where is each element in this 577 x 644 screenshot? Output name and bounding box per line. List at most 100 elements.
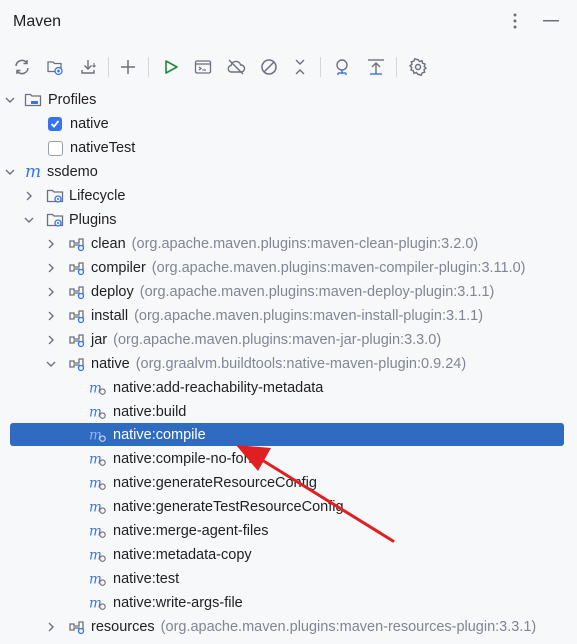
tree-node-plugins[interactable]: Plugins [0,209,577,231]
chevron-right-icon[interactable] [45,262,57,274]
tree-node-project[interactable]: m ssdemo [0,161,577,183]
svg-text:m: m [89,428,102,444]
maven-goal-icon: m [89,498,107,516]
svg-text:m: m [89,524,102,540]
plugin-node[interactable]: jar (org.apache.maven.plugins:maven-jar-p… [0,329,577,351]
options-menu-icon[interactable] [507,11,523,31]
tree-node-profiles[interactable]: Profiles [0,89,577,111]
goal-node[interactable]: m native:compile-no-fork [0,448,577,470]
goal-node[interactable]: m native:generateResourceConfig [0,472,577,494]
plugin-label: jar (org.apache.maven.plugins:maven-jar-p… [91,332,442,348]
chevron-down-icon[interactable] [4,94,16,106]
maven-goal-icon: m [89,450,107,468]
maven-project-icon: m [24,161,42,182]
reload-all-projects-icon[interactable] [10,55,34,79]
execute-maven-goal-icon[interactable] [191,55,215,79]
svg-text:m: m [89,548,102,564]
profile-item[interactable]: nativeTest [0,137,577,159]
goal-label: native:add-reachability-metadata [113,380,324,396]
tool-window-header: Maven [0,0,577,44]
goal-node[interactable]: m native:add-reachability-metadata [0,377,577,399]
goal-node[interactable]: m native:generateTestResourceConfig [0,496,577,518]
tree-label: ssdemo [47,164,98,180]
svg-text:m: m [89,381,102,397]
maven-toolbar [0,52,577,82]
goal-node[interactable]: m native:write-args-file [0,592,577,614]
maven-settings-icon[interactable] [406,55,430,79]
show-dependencies-icon[interactable] [330,55,354,79]
chevron-right-icon[interactable] [23,190,35,202]
goal-node[interactable]: m native:metadata-copy [0,544,577,566]
chevron-right-icon[interactable] [45,238,57,250]
plugin-icon [68,259,86,277]
plugin-node-expanded[interactable]: native (org.graalvm.buildtools:native-mav… [0,353,577,375]
maven-goal-icon: m [89,379,107,397]
chevron-right-icon[interactable] [45,334,57,346]
plugin-node[interactable]: resources (org.apache.maven.plugins:maven… [0,616,577,638]
plugin-label: clean (org.apache.maven.plugins:maven-cle… [91,236,479,252]
goal-label: native:compile [113,427,206,443]
goal-label: native:generateTestResourceConfig [113,499,344,515]
svg-text:m: m [89,452,102,468]
svg-text:m: m [89,476,102,492]
generate-sources-icon[interactable] [43,55,67,79]
tree-label: Lifecycle [69,188,126,204]
chevron-down-icon[interactable] [23,214,35,226]
svg-text:m: m [89,405,102,421]
goal-node[interactable]: m native:build [0,401,577,423]
plugin-node[interactable]: install (org.apache.maven.plugins:maven-i… [0,305,577,327]
profile-label: native [70,116,109,132]
chevron-down-icon[interactable] [45,358,57,370]
toggle-offline-mode-icon[interactable] [224,55,248,79]
download-sources-icon[interactable] [77,55,101,79]
chevron-right-icon[interactable] [45,286,57,298]
plugin-coordinates: (org.apache.maven.plugins:maven-clean-pl… [131,236,479,252]
plugin-label: compiler (org.apache.maven.plugins:maven-… [91,260,526,276]
plugin-node[interactable]: compiler (org.apache.maven.plugins:maven-… [0,257,577,279]
skip-tests-icon[interactable] [257,55,281,79]
profile-item[interactable]: native [0,113,577,135]
goal-label: native:test [113,571,180,587]
maven-goal-icon: m [89,522,107,540]
goal-label: native:compile-no-fork [113,451,256,467]
plugin-node[interactable]: clean (org.apache.maven.plugins:maven-cle… [0,233,577,255]
run-maven-build-icon[interactable] [159,55,183,79]
plugin-coordinates: (org.apache.maven.plugins:maven-deploy-p… [139,284,495,300]
svg-text:m: m [89,572,102,588]
plugin-label: resources (org.apache.maven.plugins:maven… [91,619,537,635]
maven-goal-icon: m [89,570,107,588]
goal-label: native:build [113,404,187,420]
plugin-label: deploy (org.apache.maven.plugins:maven-de… [91,284,495,300]
tree-label: Profiles [48,92,97,108]
goal-label: native:generateResourceConfig [113,475,317,491]
chevron-down-icon[interactable] [4,166,16,178]
plugin-node[interactable]: deploy (org.apache.maven.plugins:maven-de… [0,281,577,303]
lifecycle-folder-icon [46,187,64,205]
add-maven-project-icon[interactable] [116,55,140,79]
tool-window-title: Maven [13,13,62,30]
goal-node-selected[interactable]: m native:compile [0,424,577,446]
minimize-icon[interactable] [543,11,559,31]
profile-checkbox[interactable] [48,117,62,131]
svg-text:m: m [89,596,102,612]
analyze-dependencies-icon[interactable] [364,55,388,79]
collapse-all-icon[interactable] [288,55,312,79]
chevron-right-icon[interactable] [45,621,57,633]
tree-node-lifecycle[interactable]: Lifecycle [0,185,577,207]
maven-goal-icon: m [89,546,107,564]
chevron-right-icon[interactable] [45,310,57,322]
plugin-coordinates: (org.apache.maven.plugins:maven-install-… [134,308,484,324]
goal-label: native:merge-agent-files [113,523,269,539]
plugin-icon [68,355,86,373]
plugin-label: native (org.graalvm.buildtools:native-mav… [91,356,467,372]
goal-node[interactable]: m native:merge-agent-files [0,520,577,542]
maven-goal-icon: m [89,594,107,612]
plugin-coordinates: (org.apache.maven.plugins:maven-resource… [160,619,537,635]
profile-checkbox[interactable] [48,140,63,156]
goal-label: native:write-args-file [113,595,243,611]
goal-node[interactable]: m native:test [0,568,577,590]
tree-label: Plugins [69,212,117,228]
maven-project-tree: Profiles native nativeTest m ssdemo Life… [0,87,577,644]
header-actions [507,11,559,31]
plugin-icon [68,307,86,325]
